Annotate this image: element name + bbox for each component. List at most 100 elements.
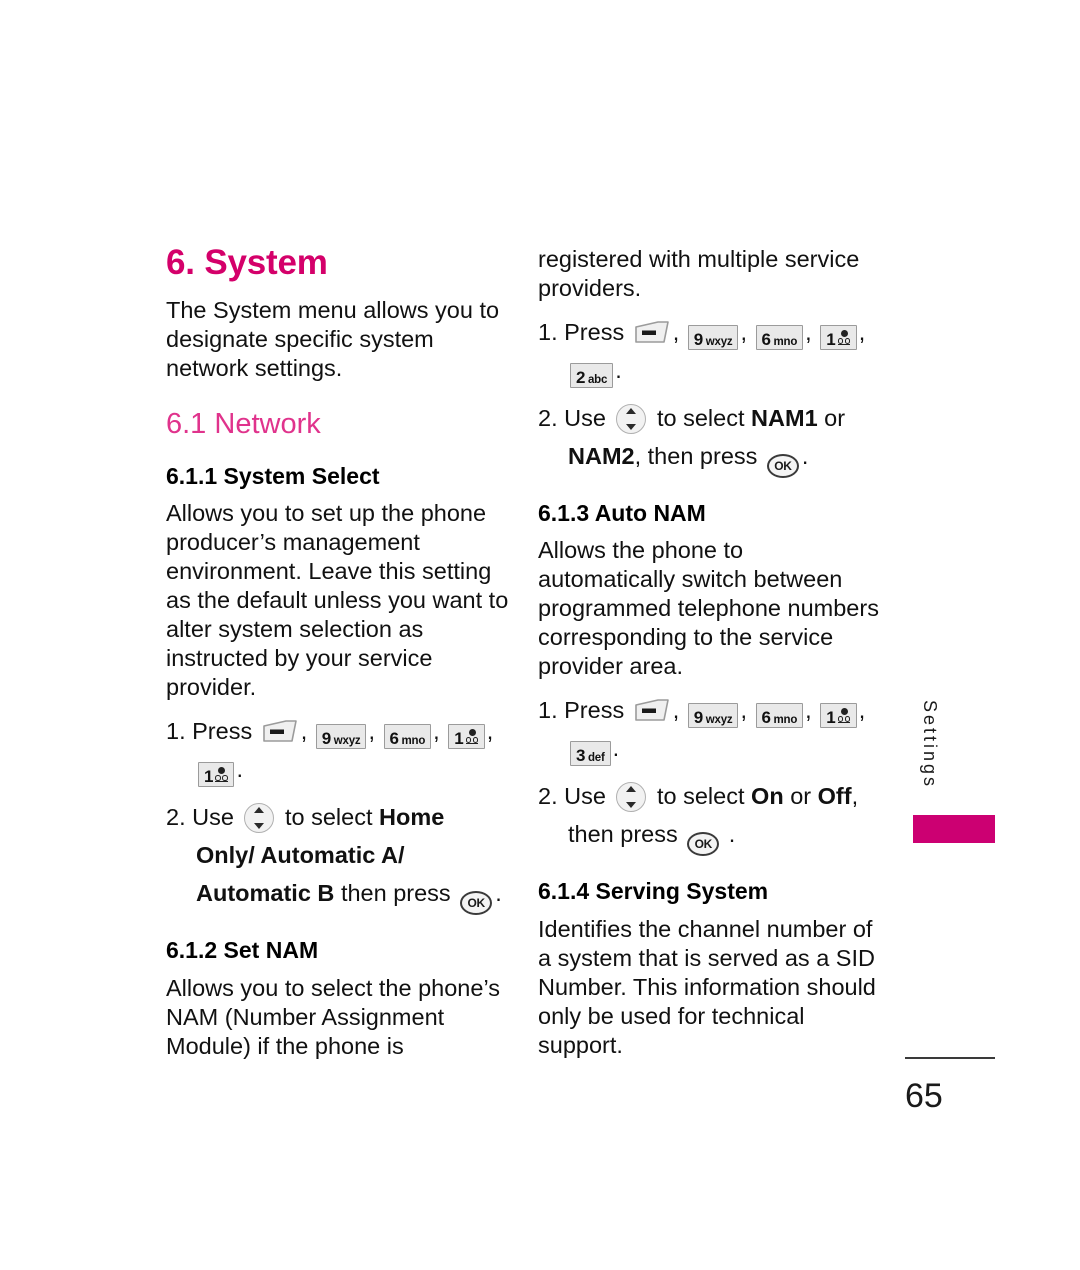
- step-2-option-off: Off: [817, 783, 852, 810]
- chapter-heading: 6. System: [166, 243, 328, 282]
- comma: ,: [300, 718, 308, 745]
- step-2-suffix: .: [801, 443, 809, 469]
- auto-nam-body: Allows the phone to automatically switch…: [538, 537, 879, 680]
- key-digit: 9: [321, 729, 332, 749]
- step-2-option-home: Home: [379, 804, 445, 831]
- system-select-step-2: 2. Use to select Home Only/ Automatic A/…: [166, 798, 511, 916]
- keypad-key-3: 3 def: [570, 741, 611, 767]
- keypad-key-6: 6 mno: [383, 724, 432, 750]
- key-digit: 3: [576, 746, 586, 766]
- key-digit: 9: [693, 330, 704, 349]
- keypad-key-1-voicemail: 1: [820, 703, 857, 729]
- voicemail-icon: [837, 330, 851, 348]
- side-tab-block: [913, 815, 995, 843]
- step-1-suffix: .: [236, 756, 243, 783]
- soft-menu-key-icon: [634, 320, 670, 346]
- key-letters: mno: [773, 336, 798, 348]
- key-digit: 1: [826, 708, 836, 728]
- soft-menu-key-icon: [262, 719, 298, 745]
- step-2-suffix: .: [728, 821, 736, 848]
- step-2-option-nam1: NAM1: [751, 405, 818, 431]
- key-digit: 1: [826, 330, 836, 349]
- voicemail-icon: [465, 729, 479, 747]
- keypad-key-1-voicemail: 1: [820, 325, 857, 350]
- step-2-prefix: 2. Use: [166, 804, 234, 831]
- step-1-prefix: 1. Press: [166, 718, 253, 745]
- step-2-tail: then press: [340, 880, 451, 907]
- key-letters: mno: [401, 735, 426, 748]
- subsection-heading-set-nam: 6.1.2 Set NAM: [166, 937, 319, 964]
- comma: ,: [858, 319, 866, 345]
- step-2-or: or: [790, 783, 812, 810]
- ok-key-icon: OK: [460, 891, 493, 916]
- step-2-prefix: 2. Use: [538, 405, 606, 431]
- key-letters: wxyz: [705, 714, 733, 727]
- key-digit: 6: [761, 330, 771, 349]
- key-letters: mno: [773, 714, 798, 727]
- step-1-suffix: .: [612, 735, 620, 762]
- set-nam-step-2: 2. Use to select NAM1 or NAM2, then pres…: [538, 399, 883, 478]
- key-letters: wxyz: [705, 336, 733, 348]
- left-column: 6. System The System menu allows you to …: [166, 243, 511, 1071]
- step-2-option-on: On: [751, 783, 784, 810]
- key-digit: 9: [693, 708, 704, 728]
- key-digit: 6: [389, 729, 399, 749]
- comma: ,: [805, 319, 812, 345]
- keypad-key-1-voicemail: 1: [198, 762, 235, 788]
- set-nam-body: Allows you to select the phone’s NAM (Nu…: [166, 974, 500, 1059]
- step-2-tail: , then press: [634, 443, 758, 469]
- keypad-key-6: 6 mno: [755, 703, 804, 729]
- key-digit: 1: [204, 767, 214, 787]
- keypad-key-1-voicemail: 1: [448, 724, 485, 750]
- auto-nam-step-2: 2. Use to select On or Off, then press O…: [538, 777, 883, 857]
- key-digit: 6: [761, 708, 771, 728]
- key-letters: def: [587, 752, 605, 765]
- step-1-prefix: 1. Press: [538, 697, 625, 724]
- step-1-prefix: 1. Press: [538, 319, 625, 345]
- step-2-prefix: 2. Use: [538, 783, 606, 810]
- comma: ,: [740, 319, 747, 345]
- step-2-options-line-2: Only/ Automatic A/: [196, 842, 405, 869]
- comma: ,: [805, 697, 812, 724]
- navigation-wheel-icon: [616, 404, 647, 434]
- keypad-key-9: 9 wxyz: [687, 703, 739, 729]
- chapter-intro-paragraph: The System menu allows you to designate …: [166, 296, 500, 381]
- subsection-heading-system-select: 6.1.1 System Select: [166, 462, 380, 489]
- comma: ,: [486, 718, 494, 745]
- ok-key-icon: OK: [687, 832, 720, 857]
- navigation-wheel-icon: [244, 803, 275, 834]
- step-2-tail: then press: [568, 821, 678, 848]
- step-2-comma: ,: [851, 783, 859, 810]
- voicemail-icon: [215, 767, 228, 785]
- soft-menu-key-icon: [634, 698, 670, 724]
- comma: ,: [672, 319, 680, 345]
- step-2-option-automatic-b: Automatic B: [196, 880, 335, 907]
- step-2-or: or: [824, 405, 846, 431]
- subsection-heading-auto-nam: 6.1.3 Auto NAM: [538, 500, 706, 526]
- auto-nam-step-1: 1. Press , 9 wxyz, 6 mno, 1, 3 def.: [538, 691, 883, 767]
- system-select-step-1: 1. Press , 9 wxyz, 6 mno, 1, 1.: [166, 712, 511, 788]
- page-number: 65: [905, 1077, 943, 1115]
- keypad-key-9: 9 wxyz: [687, 325, 739, 350]
- step-2-mid: to select: [656, 405, 745, 431]
- step-2-continuation: then press OK .: [538, 815, 883, 857]
- keypad-key-2: 2 abc: [570, 363, 614, 388]
- right-column: registered with multiple service provide…: [538, 245, 883, 1070]
- step-1-continuation: 2 abc.: [538, 351, 883, 389]
- subsection-heading-serving-system: 6.1.4 Serving System: [538, 878, 769, 905]
- comma: ,: [368, 718, 375, 745]
- step-2-continuation: NAM2, then press OK.: [538, 437, 883, 478]
- step-2-mid: to select: [284, 804, 373, 831]
- key-digit: 2: [576, 368, 586, 387]
- comma: ,: [740, 697, 747, 724]
- step-2-mid: to select: [656, 783, 745, 810]
- serving-system-body: Identifies the channel number of a syste…: [538, 915, 876, 1058]
- step-1-continuation: 1.: [166, 750, 511, 788]
- key-letters: wxyz: [333, 735, 361, 748]
- step-2-options-line-3: Automatic B then press OK.: [166, 874, 511, 916]
- set-nam-step-1: 1. Press , 9 wxyz, 6 mno, 1, 2 abc.: [538, 313, 883, 389]
- navigation-wheel-icon: [616, 782, 647, 813]
- step-2-option-nam2: NAM2: [568, 443, 635, 469]
- side-tab-label: Settings: [920, 700, 940, 790]
- step-1-suffix: .: [615, 357, 622, 383]
